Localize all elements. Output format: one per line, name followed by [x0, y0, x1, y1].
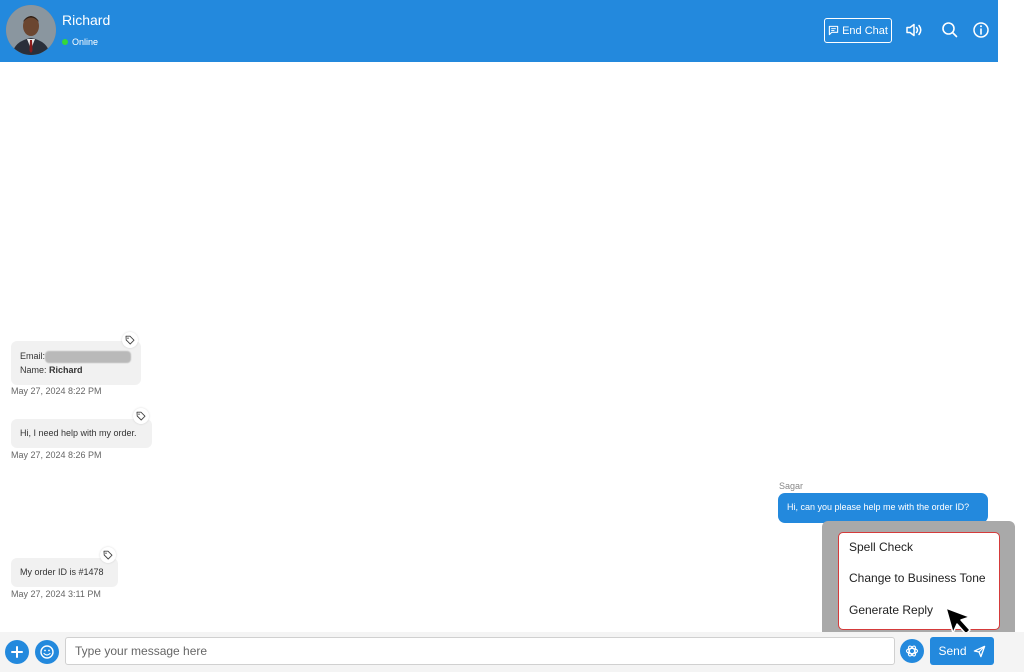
- tag-icon[interactable]: [122, 332, 138, 348]
- emoji-button[interactable]: [35, 640, 59, 664]
- chat-icon: [828, 25, 839, 36]
- avatar[interactable]: [6, 5, 56, 55]
- message-input[interactable]: [65, 637, 895, 665]
- send-button[interactable]: Send: [930, 637, 994, 665]
- send-label: Send: [938, 644, 967, 658]
- status-text: Online: [72, 37, 99, 47]
- tag-icon[interactable]: [100, 547, 116, 563]
- composer-bar: Send: [0, 632, 1024, 672]
- message-text: Hi, can you please help me with the orde…: [787, 502, 970, 512]
- add-attachment-button[interactable]: [5, 640, 29, 664]
- ai-knot-icon: [905, 645, 919, 657]
- end-chat-button[interactable]: End Chat: [824, 18, 892, 43]
- online-dot-icon: [62, 39, 68, 45]
- menu-item-spell-check[interactable]: Spell Check: [849, 540, 913, 554]
- message-bubble-incoming: Hi, I need help with my order.: [11, 419, 152, 448]
- menu-item-generate-reply[interactable]: Generate Reply: [849, 603, 933, 617]
- blurred-email: [45, 350, 132, 363]
- message-text: Hi, I need help with my order.: [20, 428, 137, 438]
- sender-name: Sagar: [779, 481, 804, 491]
- search-icon[interactable]: [940, 20, 960, 40]
- end-chat-label: End Chat: [842, 24, 888, 37]
- message-timestamp: May 27, 2024 8:22 PM: [11, 386, 102, 396]
- message-bubble-contact-info: Email: Name: Richard: [11, 341, 141, 385]
- tag-icon[interactable]: [133, 408, 149, 424]
- name-line: Name: Richard: [20, 363, 132, 377]
- info-icon[interactable]: [971, 20, 991, 40]
- speaker-icon[interactable]: [904, 20, 924, 40]
- email-line: Email:: [20, 349, 132, 363]
- message-text: My order ID is #1478: [20, 567, 104, 577]
- smiley-icon: [40, 645, 54, 659]
- paper-plane-icon: [973, 645, 985, 657]
- message-timestamp: May 27, 2024 8:26 PM: [11, 450, 102, 460]
- ai-assistant-button[interactable]: [900, 639, 924, 663]
- status-indicator: Online: [62, 37, 98, 47]
- avatar-image: [6, 5, 56, 55]
- chat-header: Richard Online End Chat: [0, 0, 998, 62]
- message-timestamp: May 27, 2024 3:11 PM: [11, 589, 101, 599]
- plus-icon: [11, 646, 23, 658]
- email-label: Email:: [20, 351, 46, 361]
- name-label: Name:: [20, 365, 47, 375]
- contact-name: Richard: [62, 12, 111, 28]
- name-value: Richard: [49, 365, 83, 375]
- message-bubble-outgoing: Hi, can you please help me with the orde…: [778, 493, 988, 523]
- menu-item-business-tone[interactable]: Change to Business Tone: [849, 571, 986, 585]
- message-bubble-incoming: My order ID is #1478: [11, 558, 118, 587]
- ai-suggestion-menu: Spell Check Change to Business Tone Gene…: [838, 532, 1000, 630]
